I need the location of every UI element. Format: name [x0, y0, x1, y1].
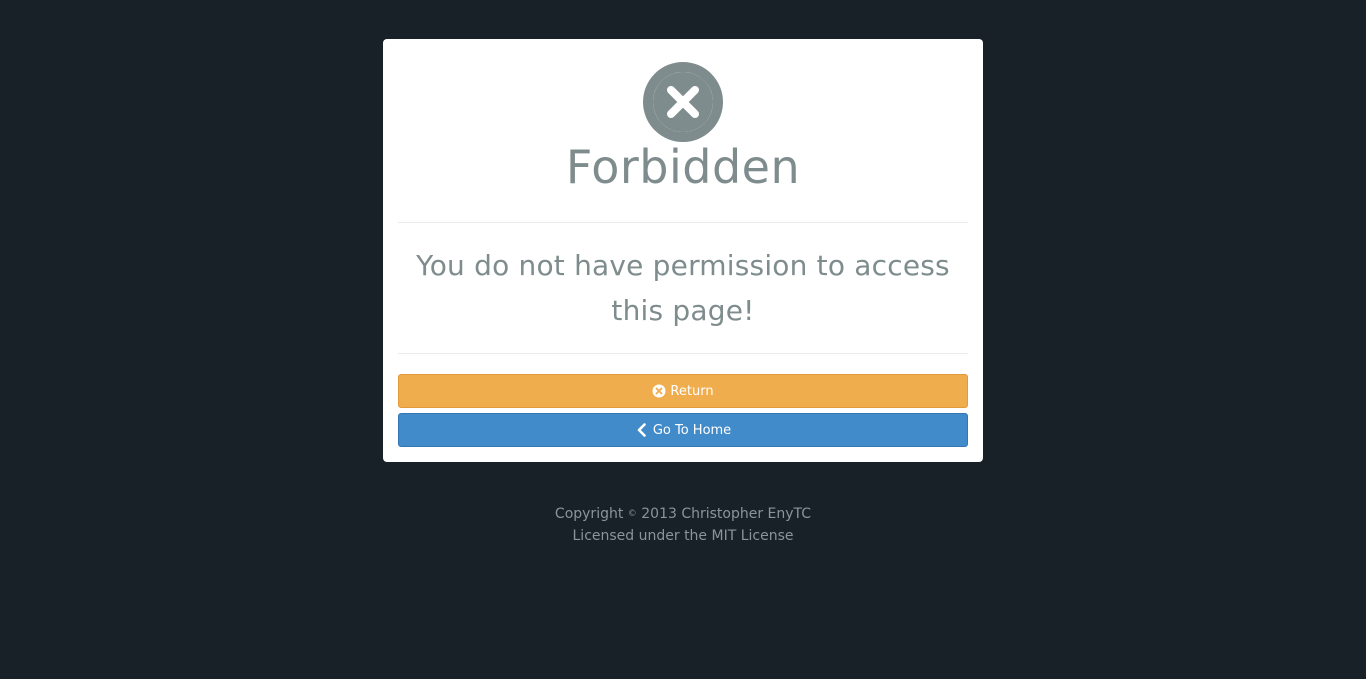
times-circle-icon [643, 62, 723, 142]
page-title: Forbidden [565, 140, 801, 194]
chevron-left-icon [635, 423, 649, 437]
go-home-button[interactable]: Go To Home [398, 413, 968, 447]
return-button-label: Return [670, 383, 714, 399]
license-line: Licensed under the MIT License [572, 528, 794, 544]
divider [398, 222, 968, 223]
footer: Copyright © 2013 Christopher EnyTC Licen… [0, 503, 1366, 547]
divider [398, 353, 968, 354]
copyright-symbol: © [627, 509, 637, 519]
error-message: You do not have permission to access thi… [416, 249, 950, 327]
go-home-button-label: Go To Home [652, 422, 732, 438]
error-panel: Forbidden You do not have permission to … [383, 39, 983, 462]
copyright-prefix: Copyright [554, 506, 624, 522]
return-button[interactable]: Return [398, 374, 968, 408]
copyright-text: 2013 Christopher EnyTC [641, 506, 812, 522]
times-circle-icon [652, 384, 666, 398]
copyright-line: Copyright © 2013 Christopher EnyTC [0, 503, 1366, 525]
